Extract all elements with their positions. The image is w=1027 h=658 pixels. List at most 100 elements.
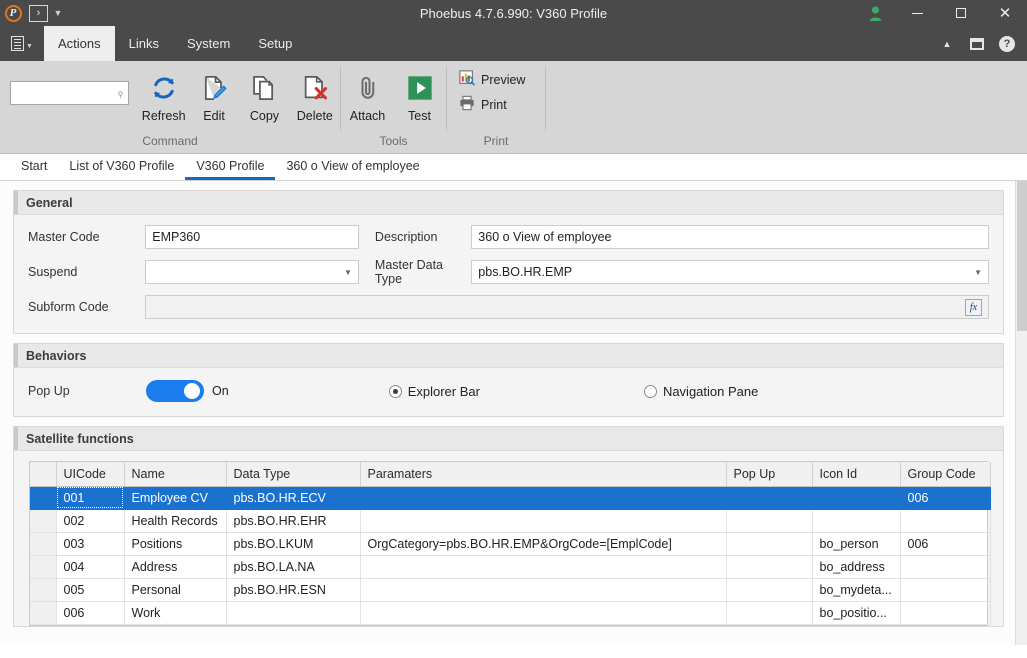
subform-code-field[interactable]: fx xyxy=(145,295,989,319)
cell-uicode[interactable]: 005 xyxy=(56,578,125,602)
cell-icon-id[interactable]: bo_address xyxy=(812,555,901,579)
cell-uicode[interactable]: 003 xyxy=(56,532,125,556)
cell-name[interactable]: Health Records xyxy=(124,509,227,533)
cell-name[interactable]: Employee CV xyxy=(124,486,227,510)
cell-pop-up[interactable] xyxy=(726,578,813,602)
copy-button[interactable]: Copy xyxy=(239,69,289,123)
table-row[interactable]: 005 Personal pbs.BO.HR.ESN bo_mydeta... xyxy=(30,578,991,602)
cell-group-code[interactable] xyxy=(900,578,991,602)
cell-uicode[interactable]: 006 xyxy=(56,601,125,625)
menu-item-setup[interactable]: Setup xyxy=(244,26,306,61)
master-data-type-dropdown[interactable]: pbs.BO.HR.EMP ▼ xyxy=(471,260,989,284)
tab-start[interactable]: Start xyxy=(10,154,58,180)
tab-360-view-of-employee[interactable]: 360 o View of employee xyxy=(275,154,430,180)
cell-icon-id[interactable]: bo_person xyxy=(812,532,901,556)
cell-name[interactable]: Work xyxy=(124,601,227,625)
description-field[interactable]: 360 o View of employee xyxy=(471,225,989,249)
print-button[interactable]: Print xyxy=(453,92,515,117)
quick-access-dropdown-icon[interactable]: ▼ xyxy=(48,0,68,26)
edit-button[interactable]: Edit xyxy=(189,69,239,123)
test-button[interactable]: Test xyxy=(394,69,446,123)
maximize-button[interactable] xyxy=(939,0,983,26)
vertical-scrollbar[interactable] xyxy=(1015,181,1027,645)
table-row[interactable]: 004 Address pbs.BO.LA.NA bo_address xyxy=(30,555,991,579)
row-master-code: Master Code EMP360 Description 360 o Vie… xyxy=(28,225,989,249)
chevron-up-icon[interactable]: ▲ xyxy=(933,26,961,61)
column-header-paramaters[interactable]: Paramaters xyxy=(360,462,727,487)
cell-pop-up[interactable] xyxy=(726,509,813,533)
radio-explorer-bar-icon xyxy=(388,384,402,398)
column-header-group-code[interactable]: Group Code xyxy=(900,462,991,487)
cell-pop-up[interactable] xyxy=(726,486,813,510)
column-header-name[interactable]: Name xyxy=(124,462,227,487)
window-icon[interactable] xyxy=(963,26,991,61)
cell-uicode[interactable]: 004 xyxy=(56,555,125,579)
cell-pop-up[interactable] xyxy=(726,601,813,625)
suspend-dropdown[interactable]: ▼ xyxy=(145,260,359,284)
quick-access-button[interactable]: › xyxy=(29,4,48,22)
cell-paramaters[interactable] xyxy=(360,486,727,510)
cell-paramaters[interactable] xyxy=(360,601,727,625)
cell-group-code[interactable]: 006 xyxy=(900,532,991,556)
close-button[interactable]: ✕ xyxy=(983,0,1027,26)
cell-group-code[interactable]: 006 xyxy=(900,486,991,510)
document-tab-bar: Start List of V360 Profile V360 Profile … xyxy=(0,154,1027,181)
cell-data-type[interactable] xyxy=(226,601,361,625)
search-box[interactable]: ⌕ xyxy=(10,81,129,105)
satellite-functions-grid[interactable]: UICode Name Data Type Paramaters Pop Up … xyxy=(29,461,991,626)
master-code-field[interactable]: EMP360 xyxy=(145,225,359,249)
cell-pop-up[interactable] xyxy=(726,532,813,556)
ribbon-toolbar: ⌕ Refresh Edit Copy Delete Command Attac… xyxy=(0,61,1027,154)
cell-data-type[interactable]: pbs.BO.HR.EHR xyxy=(226,509,361,533)
cell-group-code[interactable] xyxy=(900,555,991,579)
cell-icon-id[interactable]: bo_mydeta... xyxy=(812,578,901,602)
cell-group-code[interactable] xyxy=(900,601,991,625)
cell-paramaters[interactable]: OrgCategory=pbs.BO.HR.EMP&OrgCode=[EmplC… xyxy=(360,532,727,556)
user-account-icon[interactable] xyxy=(855,5,895,21)
cell-icon-id[interactable]: bo_positio... xyxy=(812,601,901,625)
cell-data-type[interactable]: pbs.BO.HR.ECV xyxy=(226,486,361,510)
scrollbar-thumb[interactable] xyxy=(1017,181,1027,331)
delete-button[interactable]: Delete xyxy=(290,69,340,123)
column-header-data-type[interactable]: Data Type xyxy=(226,462,361,487)
cell-icon-id[interactable] xyxy=(812,509,901,533)
column-header-icon-id[interactable]: Icon Id xyxy=(812,462,901,487)
cell-pop-up[interactable] xyxy=(726,555,813,579)
formula-button[interactable]: fx xyxy=(965,298,982,316)
cell-data-type[interactable]: pbs.BO.LA.NA xyxy=(226,555,361,579)
radio-explorer-bar[interactable]: Explorer Bar xyxy=(388,384,480,399)
table-row[interactable]: → 001 Employee CV pbs.BO.HR.ECV 006 xyxy=(30,486,991,510)
preview-button[interactable]: Preview xyxy=(453,67,533,92)
cell-paramaters[interactable] xyxy=(360,578,727,602)
column-header-pop-up[interactable]: Pop Up xyxy=(726,462,813,487)
cell-data-type[interactable]: pbs.BO.HR.ESN xyxy=(226,578,361,602)
cell-name[interactable]: Address xyxy=(124,555,227,579)
table-row[interactable]: 002 Health Records pbs.BO.HR.EHR xyxy=(30,509,991,533)
app-menu-button[interactable]: ▼ xyxy=(0,26,44,61)
cell-paramaters[interactable] xyxy=(360,509,727,533)
cell-uicode[interactable]: 002 xyxy=(56,509,125,533)
column-header-uicode[interactable]: UICode xyxy=(56,462,125,487)
tab-v360-profile[interactable]: V360 Profile xyxy=(185,154,276,180)
radio-navigation-pane[interactable]: Navigation Pane xyxy=(643,384,758,399)
tab-list-of-v360-profile[interactable]: List of V360 Profile xyxy=(58,154,185,180)
popup-toggle[interactable] xyxy=(146,380,204,402)
refresh-button[interactable]: Refresh xyxy=(139,69,189,123)
cell-data-type[interactable]: pbs.BO.LKUM xyxy=(226,532,361,556)
menu-item-links[interactable]: Links xyxy=(115,26,173,61)
table-row[interactable]: 006 Work bo_positio... xyxy=(30,601,991,625)
satellite-functions-panel-title: Satellite functions xyxy=(14,427,1003,451)
table-row[interactable]: 003 Positions pbs.BO.LKUM OrgCategory=pb… xyxy=(30,532,991,556)
cell-group-code[interactable] xyxy=(900,509,991,533)
cell-name[interactable]: Personal xyxy=(124,578,227,602)
help-icon[interactable]: ? xyxy=(993,26,1021,61)
cell-paramaters[interactable] xyxy=(360,555,727,579)
attach-button[interactable]: Attach xyxy=(342,69,394,123)
menu-item-system[interactable]: System xyxy=(173,26,244,61)
cell-uicode[interactable]: 001 xyxy=(56,486,125,510)
search-input[interactable] xyxy=(15,85,117,101)
minimize-button[interactable] xyxy=(895,0,939,26)
cell-icon-id[interactable] xyxy=(812,486,901,510)
menu-item-actions[interactable]: Actions xyxy=(44,26,115,61)
cell-name[interactable]: Positions xyxy=(124,532,227,556)
